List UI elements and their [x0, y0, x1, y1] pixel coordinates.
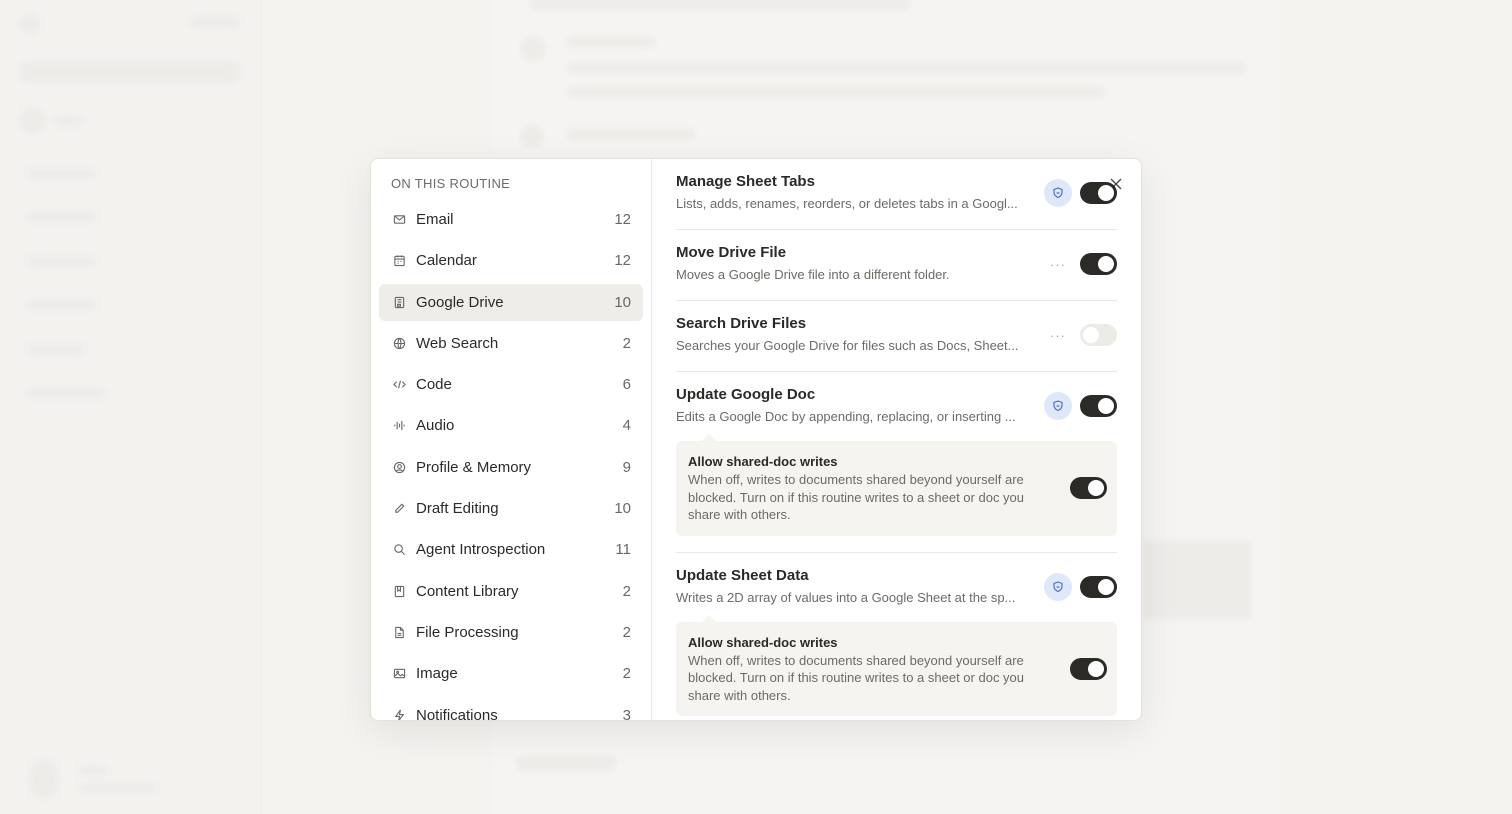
nav-item-label: Calendar	[416, 252, 477, 270]
nav-item-label: Image	[416, 665, 458, 683]
nav-item-count: 3	[622, 706, 631, 720]
nav-item-draft-editing[interactable]: Draft Editing 10	[379, 490, 643, 527]
tool-item-update-google-doc: Update Google Doc Edits a Google Doc by …	[676, 372, 1117, 553]
nav-item-label: Code	[416, 376, 452, 394]
toggle-knob	[1083, 327, 1099, 343]
nav-item-audio[interactable]: Audio 4	[379, 407, 643, 444]
more-icon[interactable]: ···	[1044, 250, 1072, 278]
nav-item-profile-memory[interactable]: Profile & Memory 9	[379, 449, 643, 486]
nav-item-label: Email	[416, 211, 454, 228]
tool-toggle[interactable]	[1080, 253, 1117, 275]
nav-heading: ON THIS ROUTINE	[391, 176, 511, 191]
setting-description: When off, writes to documents shared bey…	[688, 652, 1025, 703]
category-nav: ON THIS ROUTINE Email 12 Calendar 12 Goo…	[371, 159, 652, 720]
tool-description: Lists, adds, renames, reorders, or delet…	[676, 196, 1018, 211]
nav-item-label: Notifications	[416, 706, 498, 720]
tools-dialog: ON THIS ROUTINE Email 12 Calendar 12 Goo…	[370, 158, 1142, 721]
code-icon	[393, 378, 406, 391]
nav-item-web-search[interactable]: Web Search 2	[379, 325, 643, 362]
tool-title: Update Google Doc	[676, 386, 816, 403]
setting-title: Allow shared-doc writes	[688, 454, 838, 469]
nav-item-count: 10	[614, 293, 631, 311]
nav-item-count: 6	[622, 376, 631, 394]
tool-description: Edits a Google Doc by appending, replaci…	[676, 409, 1016, 424]
shield-icon[interactable]	[1044, 392, 1072, 420]
nav-item-count: 2	[622, 334, 631, 352]
setting-title: Allow shared-doc writes	[688, 634, 838, 650]
nav-item-agent-introspection[interactable]: Agent Introspection 11	[379, 531, 643, 568]
tool-description: Searches your Google Drive for files suc…	[676, 338, 1019, 353]
globe-icon	[393, 337, 406, 350]
tool-title: Update Sheet Data	[676, 566, 809, 584]
nav-item-count: 2	[622, 665, 631, 683]
nav-item-notifications[interactable]: Notifications 3	[379, 697, 643, 720]
bookmark-icon	[393, 585, 406, 598]
shared-doc-writes-setting: Allow shared-doc writes When off, writes…	[676, 434, 1117, 536]
nav-item-count: 10	[614, 500, 631, 518]
shared-doc-writes-toggle[interactable]	[1070, 477, 1107, 500]
pencil-icon	[393, 502, 406, 515]
nav-item-label: File Processing	[416, 623, 519, 641]
toggle-knob	[1098, 578, 1114, 595]
tool-description: Writes a 2D array of values into a Googl…	[676, 589, 1016, 605]
nav-item-label: Profile & Memory	[416, 458, 532, 476]
file-icon	[393, 626, 406, 639]
tool-title: Move Drive File	[676, 244, 787, 261]
image-icon	[393, 667, 406, 680]
tool-toggle[interactable]	[1080, 395, 1117, 417]
nav-item-label: Agent Introspection	[416, 541, 546, 559]
nav-item-count: 2	[622, 623, 631, 641]
tool-toggle[interactable]	[1080, 324, 1117, 346]
nav-item-label: Audio	[416, 417, 455, 435]
mail-icon	[393, 213, 406, 226]
toggle-knob	[1088, 660, 1104, 677]
tool-list[interactable]: Manage Sheet Tabs Lists, adds, renames, …	[652, 159, 1141, 720]
toggle-knob	[1088, 480, 1104, 497]
nav-item-calendar[interactable]: Calendar 12	[379, 242, 643, 279]
bolt-icon	[393, 709, 406, 720]
toggle-knob	[1098, 256, 1114, 272]
tool-description: Moves a Google Drive file into a differe…	[676, 267, 950, 282]
nav-item-email[interactable]: Email 12	[379, 201, 643, 238]
nav-item-count: 11	[615, 541, 631, 559]
toggle-knob	[1098, 398, 1114, 414]
nav-item-count: 4	[622, 417, 631, 435]
tool-title: Manage Sheet Tabs	[676, 173, 815, 190]
tool-item-search-drive-files: Search Drive Files Searches your Google …	[676, 301, 1117, 372]
nav-item-count: 2	[622, 582, 631, 600]
nav-item-label: Content Library	[416, 582, 519, 600]
nav-item-content-library[interactable]: Content Library 2	[379, 573, 643, 610]
more-icon[interactable]: ···	[1044, 321, 1072, 349]
setting-description: When off, writes to documents shared bey…	[688, 472, 1025, 522]
toggle-knob	[1098, 185, 1114, 201]
tool-title: Search Drive Files	[676, 315, 807, 332]
profile-icon	[393, 461, 406, 474]
drive-icon	[393, 296, 406, 309]
nav-item-count: 12	[614, 211, 631, 228]
audio-icon	[393, 419, 406, 432]
nav-item-label: Web Search	[416, 334, 499, 352]
nav-item-google-drive[interactable]: Google Drive 10	[379, 283, 643, 321]
search-icon	[393, 543, 406, 556]
nav-item-count: 12	[614, 252, 631, 270]
nav-item-file-processing[interactable]: File Processing 2	[379, 614, 643, 651]
shield-icon[interactable]	[1044, 179, 1072, 207]
nav-item-label: Google Drive	[416, 293, 504, 311]
nav-item-image[interactable]: Image 2	[379, 655, 643, 692]
tool-toggle[interactable]	[1080, 575, 1117, 598]
calendar-icon	[393, 254, 406, 267]
nav-item-code[interactable]: Code 6	[379, 366, 643, 403]
tool-item-manage-sheet-tabs: Manage Sheet Tabs Lists, adds, renames, …	[676, 159, 1117, 230]
shared-doc-writes-setting: Allow shared-doc writes When off, writes…	[676, 614, 1117, 716]
shield-icon[interactable]	[1044, 572, 1072, 601]
tool-toggle[interactable]	[1080, 182, 1117, 204]
tool-item-update-sheet-data: Update Sheet Data Writes a 2D array of v…	[676, 553, 1117, 721]
nav-item-label: Draft Editing	[416, 500, 499, 518]
tool-item-move-drive-file: Move Drive File Moves a Google Drive fil…	[676, 230, 1117, 301]
nav-item-count: 9	[622, 458, 631, 476]
shared-doc-writes-toggle[interactable]	[1070, 657, 1107, 680]
